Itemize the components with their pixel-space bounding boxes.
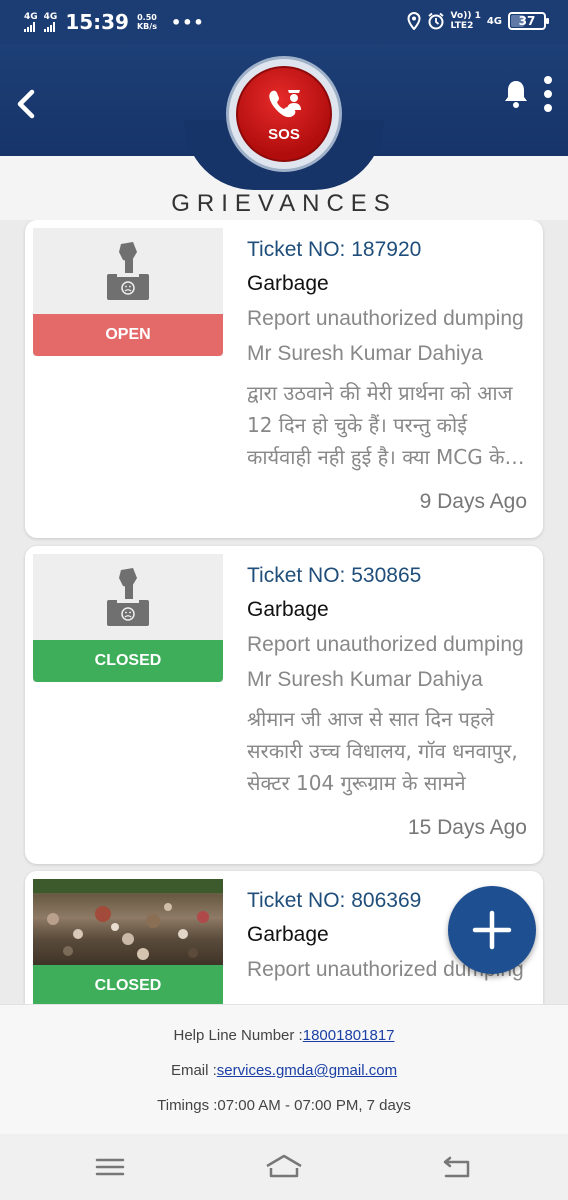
back-nav-button[interactable] <box>440 1152 476 1182</box>
speed-value: 0.50 <box>137 13 157 22</box>
network-speed: 0.50 KB/s <box>137 13 157 31</box>
more-vertical-icon <box>544 76 552 84</box>
status-bar: 4G 4G 15:39 0.50 KB/s ••• Vo)) 1 LTE2 4G… <box>0 0 568 44</box>
lte-label: LTE2 <box>450 21 474 31</box>
grievance-age: 9 Days Ago <box>419 490 527 513</box>
back-arrow-icon <box>17 89 35 119</box>
alarm-icon <box>427 12 444 30</box>
volte-indicator: Vo)) 1 LTE2 <box>451 11 481 31</box>
grievance-text: श्रीमान जी आज से सात दिन पहले सरकारी उच्… <box>247 707 518 795</box>
back-nav-icon <box>443 1156 470 1178</box>
notifications-button[interactable] <box>502 78 530 110</box>
status-bar-right: Vo)) 1 LTE2 4G 37 <box>407 11 549 31</box>
network-type-3: 4G <box>486 15 502 27</box>
status-badge: CLOSED <box>33 640 223 682</box>
status-badge: CLOSED <box>33 965 223 1004</box>
speed-unit: KB/s <box>136 22 157 31</box>
system-nav-bar <box>0 1134 568 1200</box>
home-button[interactable] <box>264 1152 302 1182</box>
helpline-label: Help Line Number : <box>173 1027 303 1044</box>
battery-icon: 37 <box>508 12 549 30</box>
grievance-description: Report unauthorized dumping <box>247 633 524 656</box>
email-link[interactable]: services.gmda@gmail.com <box>217 1062 397 1079</box>
sos-button[interactable]: SOS <box>236 66 332 162</box>
more-notifications-icon: ••• <box>170 12 205 32</box>
grievance-description: Report unauthorized dumping <box>247 307 524 330</box>
network-type-1: 4G <box>24 11 38 22</box>
timings-text: Timings :07:00 AM - 07:00 PM, 7 days <box>157 1097 411 1114</box>
helpline-link[interactable]: 18001801817 <box>303 1027 395 1044</box>
card-body: Ticket NO: 530865 Garbage Report unautho… <box>247 564 531 799</box>
ticket-number: Ticket NO: 530865 <box>247 564 422 587</box>
grievance-thumbnail: CLOSED <box>33 554 223 682</box>
status-badge: OPEN <box>33 314 223 356</box>
signal-1: 4G <box>24 11 38 32</box>
email-row: Email :services.gmda@gmail.com <box>0 1062 568 1079</box>
home-icon <box>266 1154 302 1178</box>
email-label: Email : <box>170 1062 217 1079</box>
grievance-thumbnail: CLOSED <box>33 879 223 1004</box>
garbage-photo <box>33 879 223 965</box>
recent-apps-button[interactable] <box>94 1152 130 1182</box>
signal-2: 4G <box>43 11 58 32</box>
sos-ring: SOS <box>226 56 342 172</box>
signal-bars-icon <box>43 21 55 32</box>
card-body: Ticket NO: 187920 Garbage Report unautho… <box>247 238 531 473</box>
helpline-row: Help Line Number :18001801817 <box>0 1027 568 1044</box>
ticket-number: Ticket NO: 187920 <box>247 238 422 261</box>
clock: 15:39 <box>65 10 129 34</box>
complainant-name: Mr Suresh Kumar Dahiya <box>247 668 483 691</box>
more-options-button[interactable] <box>538 76 558 112</box>
grievance-text: द्वारा उठवाने की मेरी प्रार्थना को आज 12… <box>247 381 513 469</box>
complainant-name: Mr Suresh Kumar Dahiya <box>247 342 483 365</box>
grievance-card[interactable]: CLOSED Ticket NO: 530865 Garbage Report … <box>25 546 543 864</box>
bell-icon <box>505 81 527 108</box>
garbage-photo-texture <box>33 879 223 960</box>
location-icon <box>407 12 421 30</box>
complaint-box-icon <box>107 242 149 300</box>
police-phone-icon <box>269 90 301 118</box>
network-type-2: 4G <box>43 11 58 22</box>
status-bar-left: 4G 4G 15:39 0.50 KB/s ••• <box>24 10 205 34</box>
grievance-category: Garbage <box>247 272 329 295</box>
signal-bars-icon <box>24 21 35 32</box>
grievance-thumbnail: OPEN <box>33 228 223 356</box>
contact-footer: Help Line Number :18001801817 Email :ser… <box>0 1004 568 1134</box>
add-grievance-button[interactable] <box>448 886 536 974</box>
sos-label: SOS <box>268 126 300 143</box>
back-button[interactable] <box>12 84 42 124</box>
plus-icon <box>472 910 512 950</box>
grievance-age: 15 Days Ago <box>407 816 527 839</box>
battery-level: 37 <box>518 14 536 28</box>
grievance-category: Garbage <box>247 598 329 621</box>
volte-label: Vo)) 1 <box>450 11 481 21</box>
page-title: GRIEVANCES <box>171 190 397 217</box>
complaint-box-icon <box>107 568 149 626</box>
recent-apps-icon <box>95 1158 125 1176</box>
grievance-card[interactable]: OPEN Ticket NO: 187920 Garbage Report un… <box>25 220 543 538</box>
